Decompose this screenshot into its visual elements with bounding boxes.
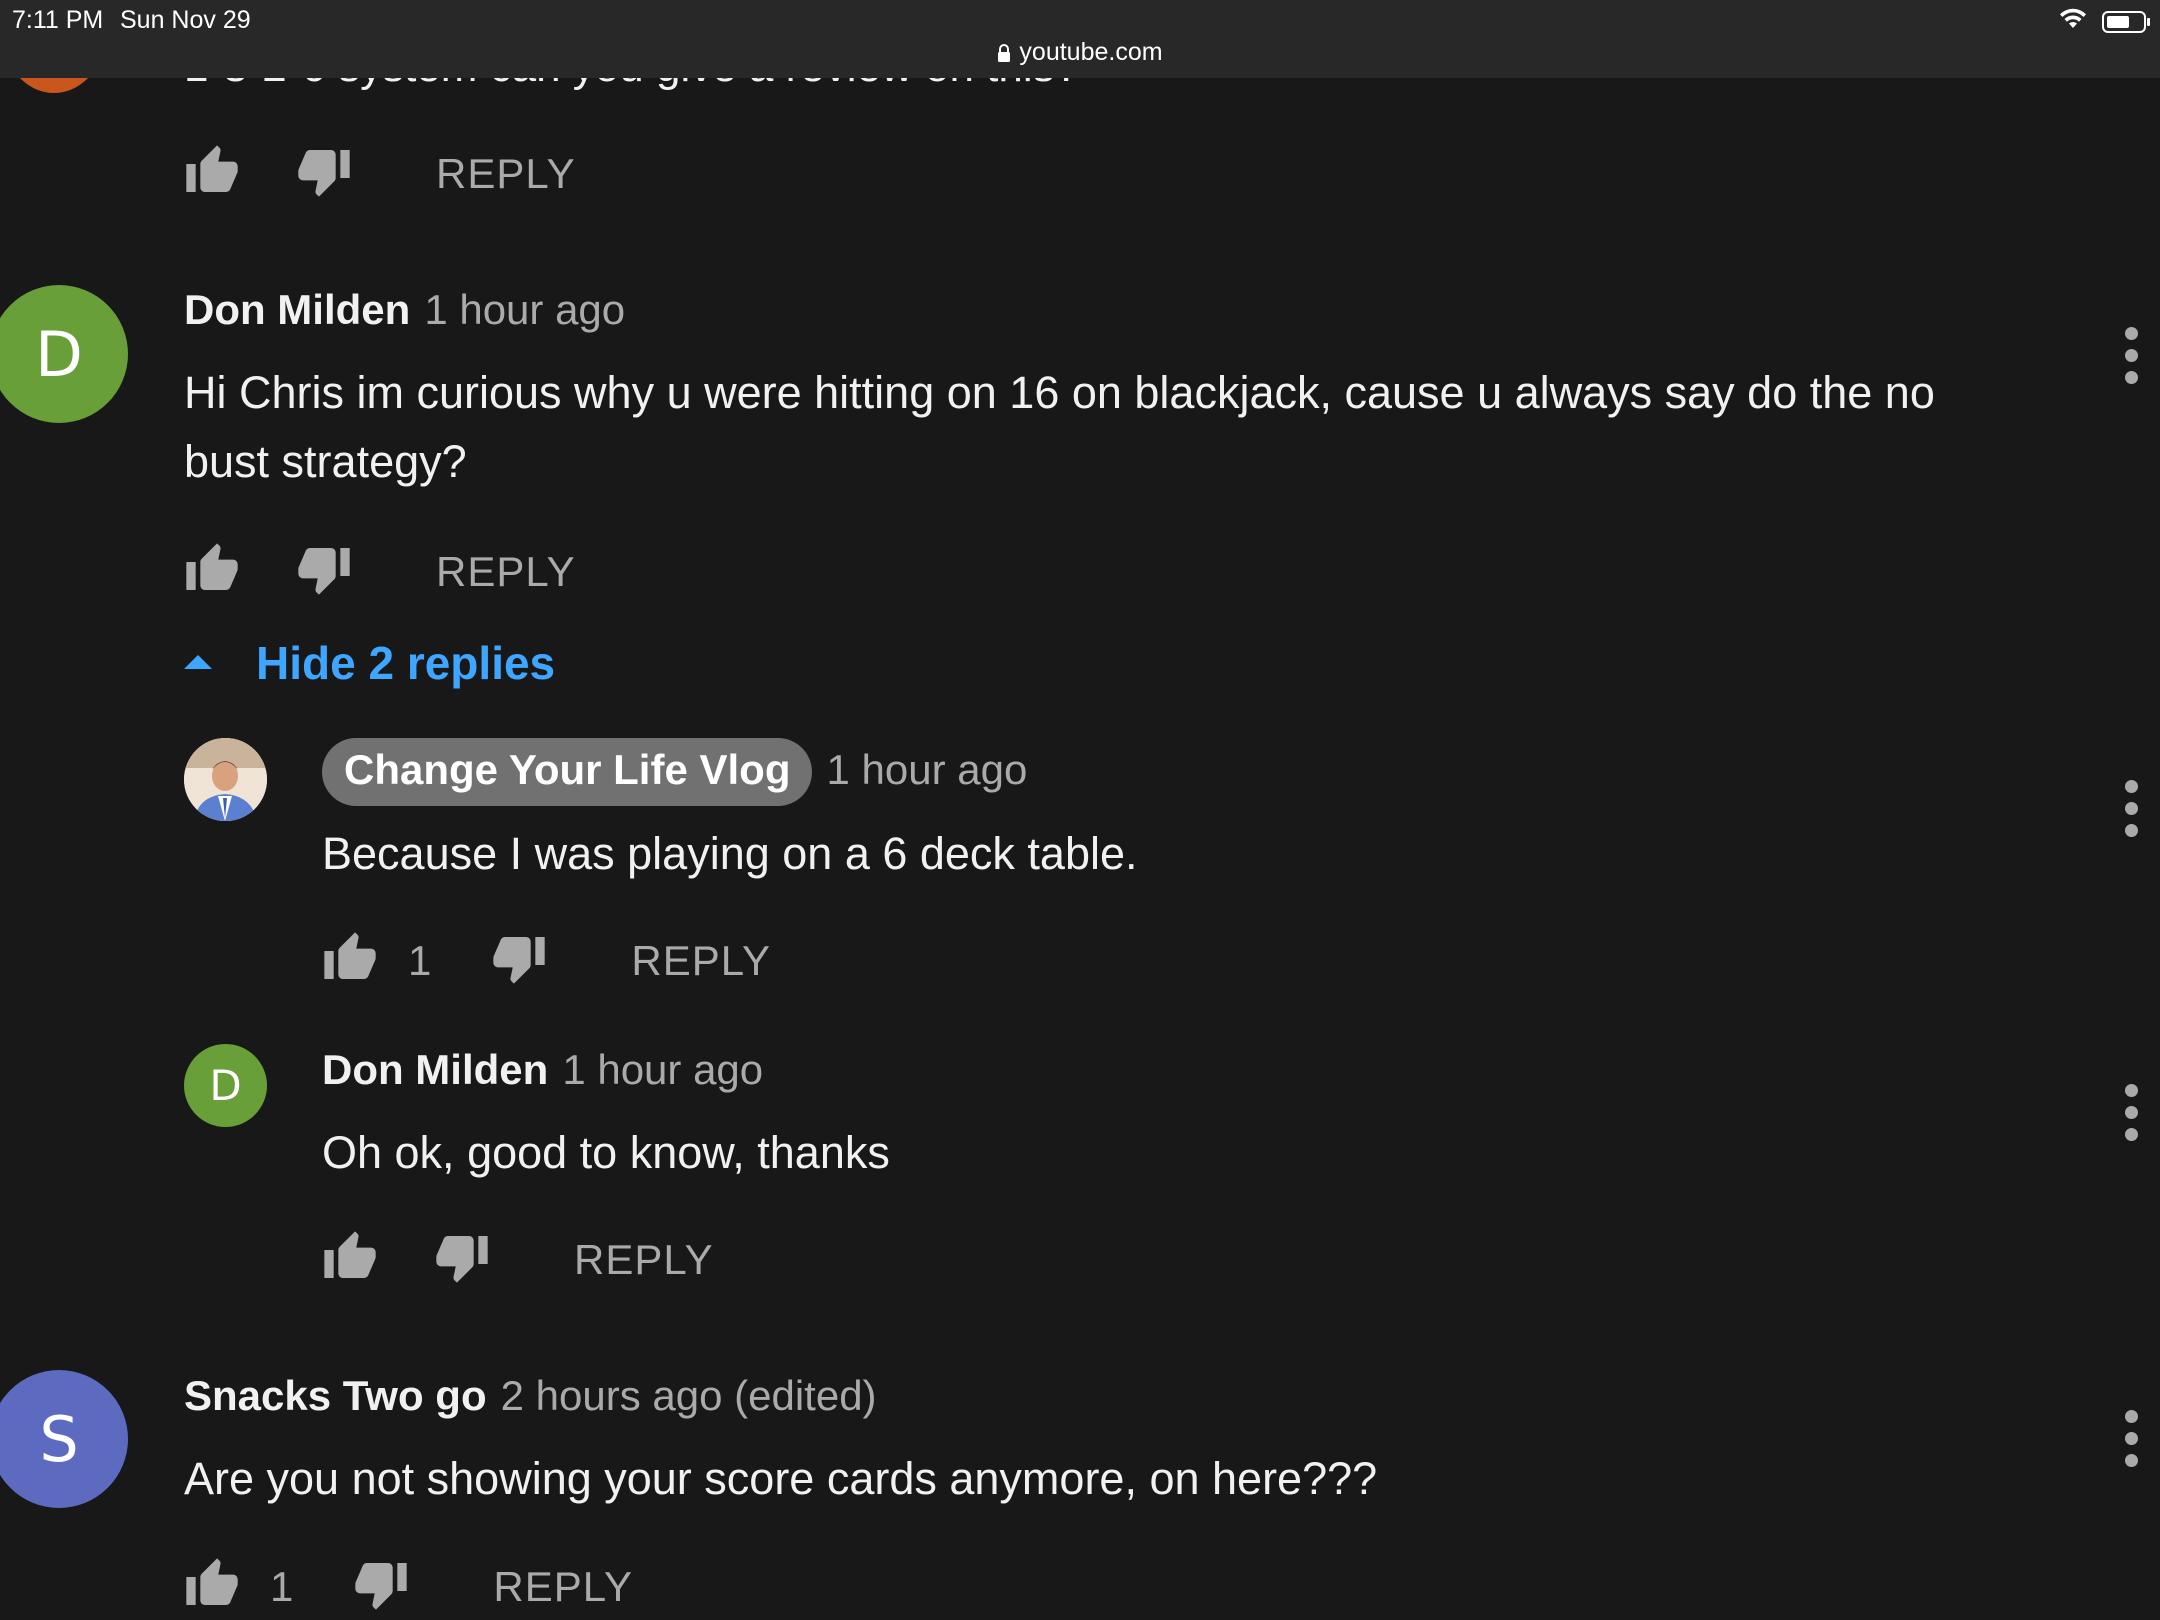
avatar[interactable]: S (0, 1370, 128, 1508)
thumbs-down-icon[interactable] (296, 541, 352, 602)
comment-time[interactable]: 1 hour ago (826, 746, 1027, 793)
caret-up-icon (184, 653, 212, 674)
comment-text-line: bust strategy? (184, 436, 467, 487)
comment-text: Oh ok, good to know, thanks (322, 1127, 890, 1178)
more-options-icon[interactable] (2118, 1084, 2144, 1141)
comment-header: Snacks Two go 2 hours ago (edited) (184, 1372, 877, 1420)
status-bar: 7:11 PM Sun Nov 29 youtube.com (0, 0, 2160, 78)
status-icons (2058, 8, 2150, 35)
wifi-icon (2058, 8, 2088, 35)
thumbs-down-icon[interactable] (434, 1229, 490, 1290)
thumbs-up-icon[interactable] (184, 143, 240, 204)
address-bar[interactable]: youtube.com (0, 38, 2160, 69)
channel-avatar-image (184, 738, 267, 821)
url-text: youtube.com (1019, 38, 1163, 66)
comment-time[interactable]: 2 hours ago (edited) (501, 1372, 877, 1419)
like-count: 1 (270, 1562, 294, 1610)
comment-actions: 1 REPLY (184, 1556, 633, 1617)
thumbs-up-icon[interactable] (184, 541, 240, 602)
comment-header: Don Milden 1 hour ago (184, 286, 625, 334)
comment-time[interactable]: 1 hour ago (562, 1046, 763, 1093)
comment-header: Don Milden 1 hour ago (322, 1046, 763, 1094)
avatar[interactable]: D (0, 285, 128, 423)
like-count: 1 (408, 936, 432, 984)
comment-text: Because I was playing on a 6 deck table. (322, 828, 1138, 879)
more-options-icon[interactable] (2118, 780, 2144, 837)
status-date: Sun Nov 29 (120, 6, 251, 34)
thumbs-up-icon[interactable] (184, 1556, 240, 1617)
status-time: 7:11 PM (12, 6, 104, 34)
reply-button[interactable]: REPLY (631, 937, 771, 985)
avatar[interactable] (184, 738, 267, 821)
thumbs-down-icon[interactable] (296, 143, 352, 204)
hide-replies-label: Hide 2 replies (256, 637, 556, 689)
comment-text-line: Hi Chris im curious why u were hitting o… (184, 367, 1935, 418)
reply-button[interactable]: REPLY (436, 548, 576, 596)
more-options-icon[interactable] (2118, 1410, 2144, 1467)
comment-actions: REPLY (322, 1229, 714, 1290)
thumbs-down-icon[interactable] (353, 1556, 409, 1617)
comment-text: Hi Chris im curious why u were hitting o… (184, 358, 2084, 496)
reply-button[interactable]: REPLY (493, 1563, 633, 1611)
thumbs-up-icon[interactable] (322, 930, 378, 991)
comment-actions: REPLY (184, 143, 576, 204)
comment-header: Change Your Life Vlog 1 hour ago (322, 738, 1027, 806)
reply-button[interactable]: REPLY (436, 150, 576, 198)
more-options-icon[interactable] (2118, 327, 2144, 384)
comment-time[interactable]: 1 hour ago (424, 286, 625, 333)
battery-icon (2102, 10, 2150, 33)
comment-author[interactable]: Don Milden (322, 1046, 548, 1093)
thumbs-down-icon[interactable] (491, 930, 547, 991)
reply-button[interactable]: REPLY (574, 1236, 714, 1284)
comment-author[interactable]: Don Milden (184, 286, 410, 333)
comment-author[interactable]: Snacks Two go (184, 1372, 487, 1419)
comment-actions: REPLY (184, 541, 576, 602)
thumbs-up-icon[interactable] (322, 1229, 378, 1290)
comment-actions: 1 REPLY (322, 930, 771, 991)
avatar[interactable]: D (184, 1044, 267, 1127)
comment-text: Are you not showing your score cards any… (184, 1453, 1378, 1504)
hide-replies-button[interactable]: Hide 2 replies (184, 636, 555, 690)
channel-owner-badge[interactable]: Change Your Life Vlog (322, 738, 813, 806)
lock-icon (997, 40, 1011, 69)
